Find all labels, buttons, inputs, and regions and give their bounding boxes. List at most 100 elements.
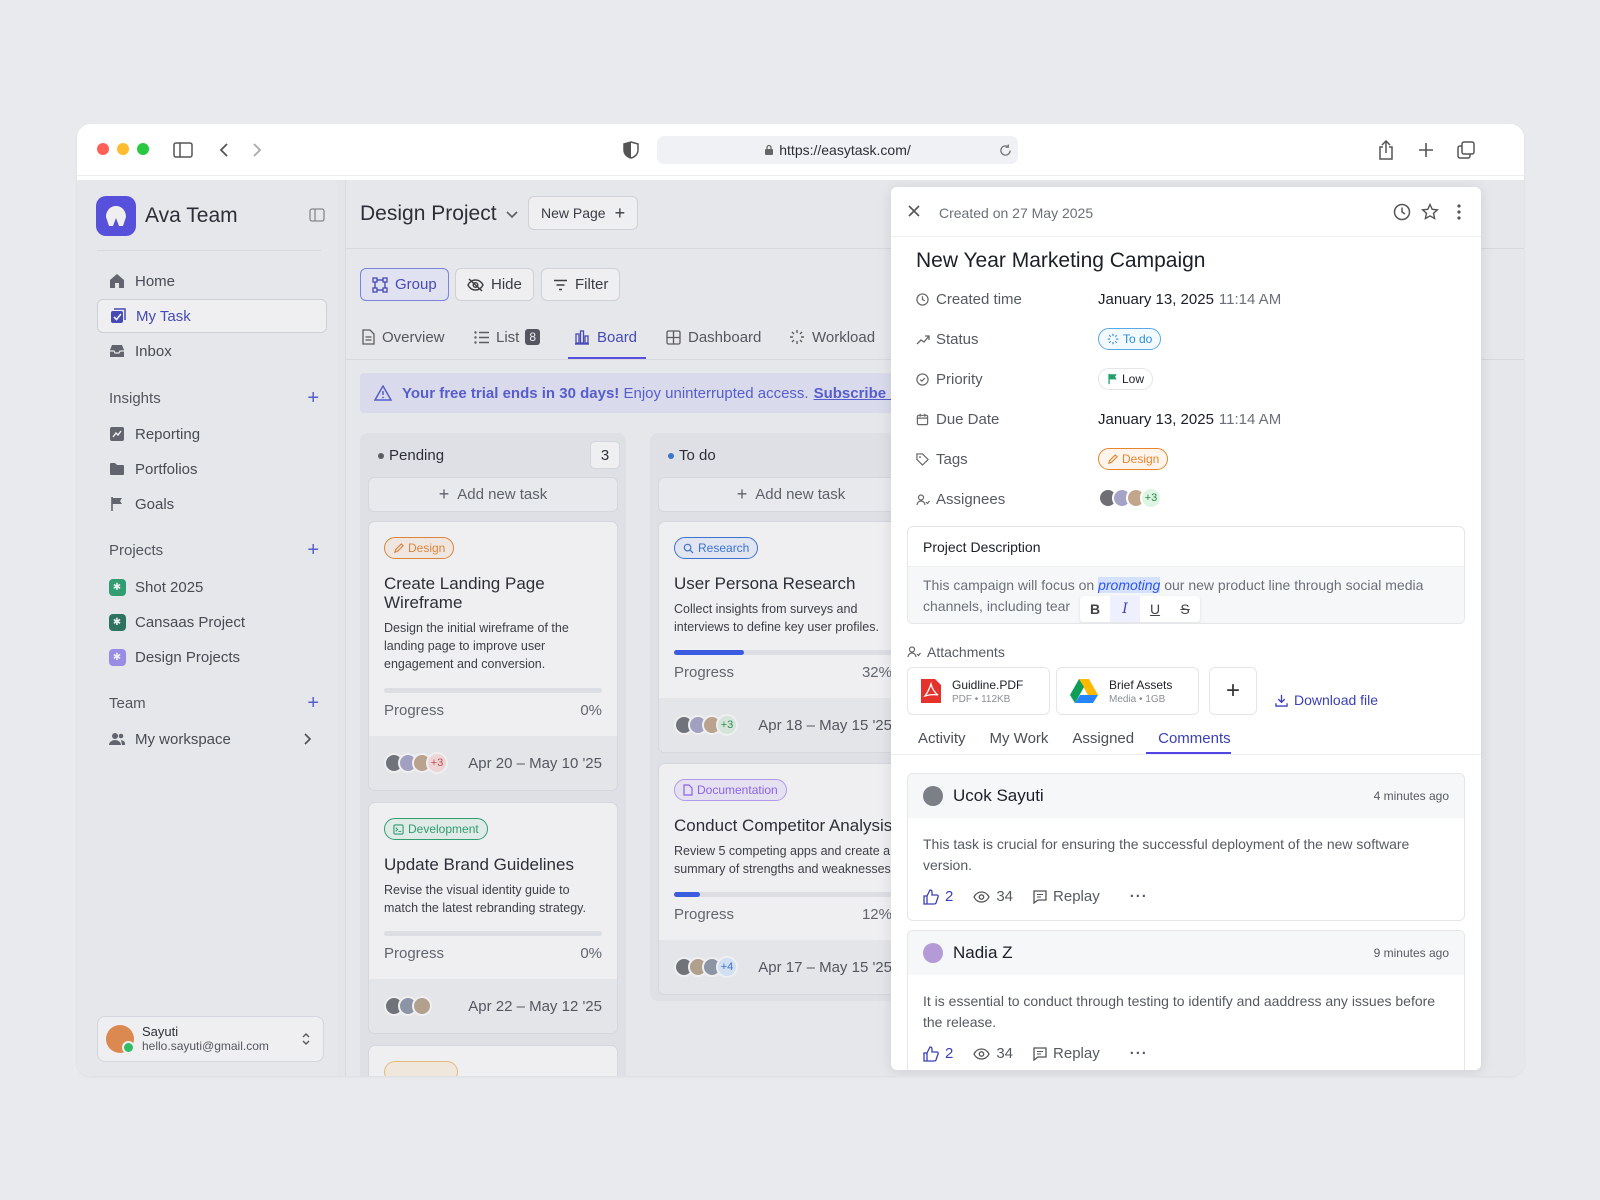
tab-comments[interactable]: Comments	[1158, 730, 1231, 747]
date-text: January 13, 2025	[1098, 291, 1214, 308]
status-text: To do	[1123, 332, 1153, 346]
star-icon[interactable]	[1421, 203, 1439, 221]
comment-author: Nadia Z	[953, 943, 1013, 962]
browser-window: https://easytask.com/ Ava Team Home My T…	[77, 124, 1524, 1076]
property-label: Created time	[936, 291, 1022, 308]
tab-activity[interactable]: Activity	[918, 730, 966, 747]
italic-icon[interactable]: I	[1110, 596, 1140, 622]
comment-actions: 2 34 Replay ···	[908, 1033, 1464, 1070]
pen-icon	[1107, 453, 1118, 465]
app: Ava Team Home My Task Inbox Insights + Re…	[77, 180, 1524, 1076]
reply-label: Replay	[1053, 1045, 1100, 1062]
add-attachment-button[interactable]: +	[1209, 667, 1257, 715]
tag-icon	[916, 453, 930, 466]
more-icon[interactable]: ···	[1130, 1045, 1148, 1062]
minimize-window-button[interactable]	[117, 143, 129, 155]
priority-badge: Low	[1098, 368, 1154, 390]
property-label: Assignees	[936, 491, 1006, 508]
download-label: Download file	[1294, 692, 1379, 708]
tab-assigned[interactable]: Assigned	[1072, 730, 1134, 747]
close-icon[interactable]	[908, 205, 920, 217]
property-label: Status	[936, 331, 979, 348]
tags-value[interactable]: Design	[1098, 448, 1169, 470]
priority-value[interactable]: Low	[1098, 368, 1154, 390]
file-size: 1GB	[1145, 693, 1166, 705]
check-circle-icon	[916, 373, 930, 386]
close-window-button[interactable]	[97, 143, 109, 155]
reply-button[interactable]: Replay	[1033, 1045, 1100, 1062]
eye-icon	[973, 890, 991, 903]
active-tab-indicator	[1146, 752, 1231, 754]
lock-icon	[764, 144, 774, 156]
clock-icon	[916, 293, 930, 306]
property-created-time: Created time	[916, 291, 1022, 308]
task-detail-panel: Created on 27 May 2025 New Year Marketin…	[891, 187, 1481, 1070]
maximize-window-button[interactable]	[137, 143, 149, 155]
attachment-file[interactable]: Brief Assets Media • 1GB	[1056, 667, 1199, 715]
download-file-link[interactable]: Download file	[1275, 692, 1378, 708]
comment-time: 4 minutes ago	[1373, 789, 1449, 803]
reply-label: Replay	[1053, 888, 1100, 905]
file-type: PDF	[952, 693, 972, 705]
loader-icon	[1107, 333, 1119, 345]
more-icon[interactable]: ···	[1130, 888, 1148, 905]
forward-icon[interactable]	[245, 138, 269, 162]
comment: Ucok Sayuti 4 minutes ago This task is c…	[907, 773, 1465, 921]
property-label: Priority	[936, 371, 983, 388]
due-date-value[interactable]: January 13, 2025 11:14 AM	[1098, 411, 1281, 428]
reply-button[interactable]: Replay	[1033, 888, 1100, 905]
description-editor[interactable]: This campaign will focus on promoting ou…	[908, 567, 1464, 623]
bold-icon[interactable]: B	[1080, 596, 1110, 622]
more-assignees-badge: +3	[1140, 487, 1162, 509]
like-count: 2	[945, 888, 954, 905]
time-text: 11:14 AM	[1218, 411, 1282, 428]
like-count: 2	[945, 1045, 954, 1062]
sidebar-toggle-icon[interactable]	[171, 138, 195, 162]
status-badge: To do	[1098, 328, 1162, 350]
property-priority: Priority	[916, 371, 983, 388]
file-size: 112KB	[981, 693, 1011, 705]
comment-actions: 2 34 Replay ···	[908, 876, 1464, 917]
comment-text: It is essential to conduct through testi…	[923, 993, 1436, 1030]
created-on-text: Created on 27 May 2025	[939, 205, 1094, 221]
new-tab-icon[interactable]	[1414, 138, 1438, 162]
comment-header: Ucok Sayuti 4 minutes ago	[908, 774, 1464, 818]
trend-icon	[916, 334, 930, 346]
assignees-value[interactable]: +3	[1098, 487, 1162, 509]
like-button[interactable]: 2	[923, 1045, 953, 1062]
tabs-overview-icon[interactable]	[1454, 138, 1478, 162]
address-bar[interactable]: https://easytask.com/	[657, 136, 1018, 164]
panel-header: Created on 27 May 2025	[891, 187, 1481, 237]
underline-icon[interactable]: U	[1140, 596, 1170, 622]
panel-tabs: Activity My Work Assigned Comments	[918, 730, 1231, 747]
tag-chip: Design	[1098, 448, 1169, 470]
clock-icon[interactable]	[1393, 203, 1411, 221]
message-icon	[1033, 1046, 1047, 1061]
reload-icon[interactable]	[999, 143, 1012, 157]
back-icon[interactable]	[212, 138, 236, 162]
thumbs-up-icon	[923, 888, 939, 905]
thumbs-up-icon	[923, 1045, 939, 1062]
status-value[interactable]: To do	[1098, 328, 1162, 350]
url-text: https://easytask.com/	[779, 142, 911, 158]
project-description: Project Description This campaign will f…	[907, 526, 1465, 624]
pdf-icon	[920, 678, 942, 704]
tab-my-work[interactable]: My Work	[990, 730, 1049, 747]
view-count: 34	[996, 1045, 1014, 1062]
property-status: Status	[916, 331, 979, 348]
comment-header: Nadia Z 9 minutes ago	[908, 931, 1464, 975]
attachment-file[interactable]: Guidline.PDF PDF • 112KB	[907, 667, 1050, 715]
selected-text: promoting	[1098, 577, 1161, 593]
shield-icon[interactable]	[619, 138, 643, 162]
comment: Nadia Z 9 minutes ago It is essential to…	[907, 930, 1465, 1070]
share-icon[interactable]	[1374, 138, 1398, 162]
strikethrough-icon[interactable]: S	[1170, 596, 1200, 622]
more-vertical-icon[interactable]	[1457, 204, 1461, 220]
attachments-title: Attachments	[927, 644, 1005, 660]
date-text: January 13, 2025	[1098, 411, 1214, 428]
file-name: Guidline.PDF	[952, 677, 1024, 692]
like-button[interactable]: 2	[923, 888, 953, 905]
task-title[interactable]: New Year Marketing Campaign	[916, 249, 1206, 273]
eye-icon	[973, 1047, 991, 1060]
views: 34	[973, 1045, 1013, 1062]
